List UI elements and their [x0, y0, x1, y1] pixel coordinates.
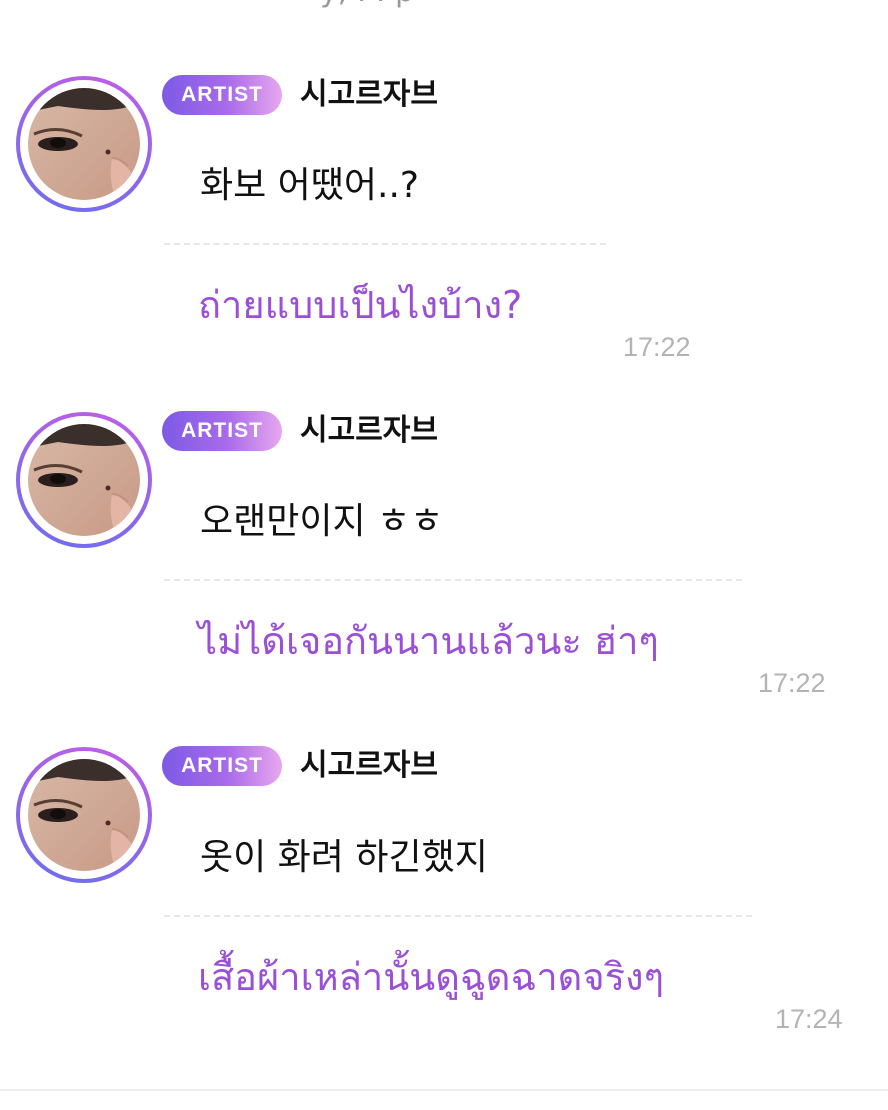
message-timestamp: 17:22: [758, 668, 826, 698]
message-translation: ถ่ายแบบเป็นไงบ้าง?: [198, 283, 523, 327]
translation-divider: [164, 579, 742, 581]
sender-name[interactable]: 시고르자브: [300, 75, 438, 115]
message-timestamp: 17:24: [775, 1004, 843, 1034]
avatar[interactable]: [16, 76, 152, 212]
translation-divider: [164, 243, 606, 245]
artist-badge: ARTIST: [162, 746, 282, 786]
cutoff-text: y, . . p: [320, 0, 414, 8]
message-timestamp: 17:22: [623, 332, 691, 362]
message-translation: เสื้อผ้าเหล่านั้นดูฉูดฉาดจริงๆ: [198, 955, 665, 999]
bottom-divider: [0, 1089, 888, 1091]
message-text: 오랜만이지 ㅎㅎ: [200, 501, 444, 542]
artist-avatar-icon: [28, 759, 140, 871]
message-text: 화보 어땠어..?: [200, 165, 420, 206]
artist-avatar-icon: [28, 424, 140, 536]
avatar[interactable]: [16, 747, 152, 883]
message-text: 옷이 화려 하긴했지: [200, 837, 488, 878]
previous-message-cutoff: y, . . p: [0, 0, 888, 8]
avatar[interactable]: [16, 412, 152, 548]
artist-avatar-icon: [28, 88, 140, 200]
translation-divider: [164, 915, 752, 917]
message-translation: ไม่ได้เจอกันนานแล้วนะ ฮ่าๆ: [198, 619, 659, 663]
artist-badge: ARTIST: [162, 411, 282, 451]
artist-badge: ARTIST: [162, 75, 282, 115]
sender-name[interactable]: 시고르자브: [300, 746, 438, 786]
sender-name[interactable]: 시고르자브: [300, 411, 438, 451]
